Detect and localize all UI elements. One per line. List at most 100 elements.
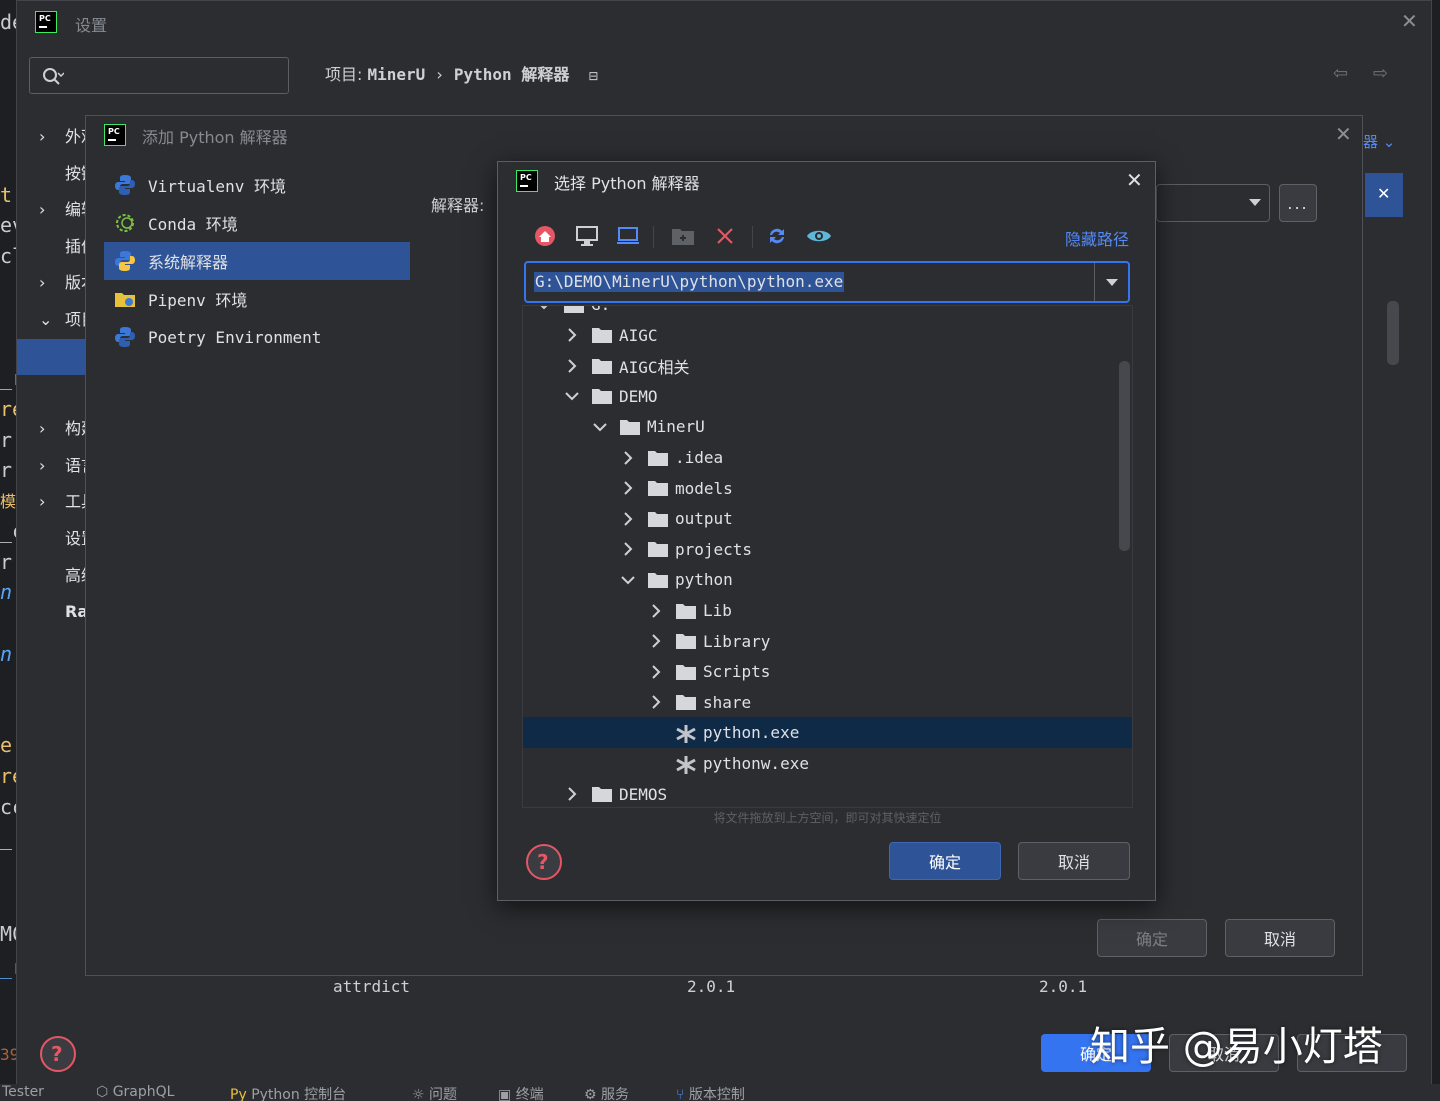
tree-folder-row[interactable]: Lib [523,595,1132,626]
tree-item-label: .idea [675,448,724,467]
interpreter-dropdown[interactable] [1156,184,1270,222]
ide-code-fragment: re [0,764,16,788]
graphql-icon: ⬡ [96,1084,113,1100]
select-cancel-button[interactable]: 取消 [1018,842,1130,880]
ide-editor-strip: de t ev cl _r re r r 模型 _c r n n e re cc… [0,0,16,1101]
tool-tab-tester[interactable]: Tester [2,1084,44,1100]
chevron-right-icon[interactable] [647,663,665,681]
chevron-down-icon[interactable] [1106,279,1118,286]
type-virtualenv[interactable]: Virtualenv 环境 [104,166,410,204]
tool-tab-terminal[interactable]: ▣ 终端 [498,1084,544,1101]
chevron-right-icon[interactable] [619,449,637,467]
chevron-right-icon[interactable] [619,510,637,528]
desktop-icon[interactable] [574,224,600,248]
tree-folder-row[interactable]: Scripts [523,656,1132,687]
new-folder-icon[interactable] [670,224,696,248]
folder-icon [675,632,697,650]
back-arrow-icon[interactable]: ⇦ [1333,63,1348,84]
chevron-right-icon[interactable] [647,602,665,620]
tree-file-row[interactable]: python.exe [523,717,1132,749]
select-ok-button[interactable]: 确定 [889,842,1001,880]
tree-folder-row[interactable]: .idea [523,442,1132,473]
executable-file-icon [675,755,697,774]
ide-code-fragment: _ [0,826,13,850]
chevron-down-icon[interactable] [619,571,637,589]
pycharm-logo-icon: PC [35,11,57,33]
tool-tab-graphql[interactable]: ⬡ GraphQL [96,1084,174,1100]
ide-code-fragment: t [0,183,13,207]
chevron-right-icon[interactable] [619,540,637,558]
settings-scrollbar[interactable] [1387,301,1399,365]
settings-close-icon[interactable]: ✕ [1401,9,1418,33]
select-dialog-close-icon[interactable]: ✕ [1126,168,1143,192]
tree-folder-row[interactable]: Library [523,626,1132,657]
path-input[interactable]: G:\DEMO\MinerU\python\python.exe [524,261,1130,303]
tree-folder-row[interactable]: DEMOS [523,779,1132,807]
chevron-right-icon[interactable] [563,326,581,344]
pycharm-logo-icon: PC [104,124,126,146]
chevron-right-icon[interactable] [563,357,581,375]
ide-code-fragment: r [0,550,13,574]
watermark: 知乎 @易小灯塔 [1090,1024,1383,1070]
file-tree[interactable]: DEMOS pythonw.exe python.exe share Scripts Li… [522,305,1133,808]
type-system-interpreter[interactable]: 系统解释器 [104,242,410,280]
chevron-right-icon[interactable] [647,632,665,650]
type-conda[interactable]: Conda 环境 [104,204,410,242]
chevron-down-icon[interactable] [535,306,553,314]
python-console-icon: Py [230,1087,252,1101]
add-dialog-ok-button[interactable]: 确定 [1097,919,1207,957]
settings-help-icon[interactable]: ? [40,1036,76,1072]
search-icon [43,68,64,85]
tree-item-label: G: [591,306,610,314]
tree-folder-row[interactable]: MinerU [523,411,1132,442]
browse-button[interactable]: ... [1279,184,1317,222]
settings-search-input[interactable] [29,57,289,94]
pin-icon[interactable]: ⊟ [588,69,598,83]
tree-folder-row[interactable]: python [523,564,1132,595]
chevron-down-icon[interactable] [591,418,609,436]
type-pipenv[interactable]: Pipenv 环境 [104,280,410,318]
tree-folder-row[interactable]: AIGC相关 [523,350,1132,381]
ide-code-fragment: r [0,428,13,452]
show-hidden-icon[interactable] [806,224,832,248]
chevron-right-icon[interactable] [647,693,665,711]
tree-folder-row[interactable]: DEMO [523,381,1132,412]
tool-tab-python-console[interactable]: Py Python 控制台 [230,1084,346,1101]
tree-file-row[interactable]: pythonw.exe [523,748,1132,779]
tree-item-label: projects [675,539,753,559]
tree-folder-row[interactable]: models [523,473,1132,504]
tool-tab-problems[interactable]: ☼ 问题 [412,1084,457,1101]
tree-item-label: DEMO [619,386,658,406]
settings-right-fragment[interactable]: 器 ⌄ [1363,131,1395,152]
tree-folder-row[interactable]: output [523,503,1132,534]
chevron-right-icon[interactable] [563,785,581,803]
help-icon[interactable]: ? [526,844,562,880]
close-icon: ✕ [1377,184,1391,203]
tool-tab-vcs[interactable]: ⑂ 版本控制 [676,1084,745,1101]
tree-folder-row[interactable]: projects [523,534,1132,565]
home-icon[interactable] [532,224,558,248]
tree-item-label: pythonw.exe [703,754,809,773]
settings-side-close-button[interactable]: ✕ [1365,173,1403,217]
nav-item-selected[interactable] [17,338,87,376]
tool-tab-services[interactable]: ⚙ 服务 [584,1084,629,1101]
python-icon [115,327,135,347]
path-input-value: G:\DEMO\MinerU\python\python.exe [534,272,845,292]
tree-folder-row[interactable]: AIGC [523,320,1132,351]
add-dialog-cancel-button[interactable]: 取消 [1225,919,1335,957]
folder-icon [647,571,669,589]
hide-path-link[interactable]: 隐藏路径 [1065,226,1129,250]
chevron-down-icon[interactable] [563,387,581,405]
tree-folder-row[interactable]: G: [523,306,1132,320]
chevron-right-icon[interactable] [619,479,637,497]
refresh-icon[interactable] [764,224,790,248]
executable-file-icon [675,724,697,743]
tree-scrollbar[interactable] [1119,361,1130,551]
ide-code-fragment: n [0,580,13,604]
tree-folder-row[interactable]: share [523,687,1132,718]
forward-arrow-icon[interactable]: ⇨ [1373,63,1388,84]
project-dir-icon[interactable] [615,224,641,248]
add-dialog-close-icon[interactable]: ✕ [1335,122,1352,146]
delete-icon[interactable] [712,224,738,248]
type-poetry[interactable]: Poetry Environment [104,318,410,356]
